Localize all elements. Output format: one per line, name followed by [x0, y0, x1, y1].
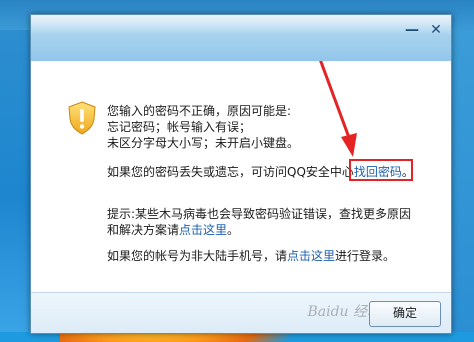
find-password-highlight-box [349, 159, 413, 181]
titlebar-gloss [31, 15, 451, 35]
error-headline: 您输入的密码不正确，原因可能是: [107, 104, 292, 118]
close-button[interactable]: ✕ [427, 21, 445, 39]
dialog-footer: Baidu 经验 确定 [31, 292, 451, 333]
error-reasons: 您输入的密码不正确，原因可能是: 忘记密码；帐号输入有误； 未区分字母大小写；未… [107, 103, 299, 151]
tip-click-here-link[interactable]: 点击这里 [179, 223, 227, 237]
non-mainland-text: 如果您的帐号为非大陆手机号，请 [107, 249, 288, 263]
desktop-background-right [450, 0, 474, 332]
login-error-dialog: — ✕ 您输入的密码不正确，原因可能是: 忘记密码；帐号输入有误； 未区分字母大… [30, 14, 452, 334]
lost-password-text: 如果您的密码丢失或遗忘，可访问QQ安全中心 [107, 165, 354, 179]
tip-suffix: 。 [227, 223, 240, 237]
error-reason-1: 忘记密码；帐号输入有误； [107, 120, 252, 134]
warning-shield-icon [68, 101, 96, 135]
error-reason-2: 未区分字母大小写；未开启小键盘。 [107, 136, 300, 150]
non-mainland-hint: 如果您的帐号为非大陆手机号，请点击这里进行登录。 [107, 248, 395, 264]
minimize-button[interactable]: — [403, 21, 421, 39]
confirm-button[interactable]: 确定 [369, 301, 441, 327]
non-mainland-click-here-link[interactable]: 点击这里 [287, 249, 335, 263]
tip-text: 提示:某些木马病毒也会导致密码验证错误，查找更多原因 [107, 207, 412, 221]
non-mainland-suffix: 进行登录。 [335, 249, 396, 263]
dialog-titlebar[interactable]: — ✕ [31, 15, 451, 61]
desktop-background-left [0, 0, 30, 332]
trojan-tip: 提示:某些木马病毒也会导致密码验证错误，查找更多原因 和解决方案请点击这里。 [107, 206, 411, 238]
tip-text-2: 和解决方案请 [107, 223, 180, 237]
